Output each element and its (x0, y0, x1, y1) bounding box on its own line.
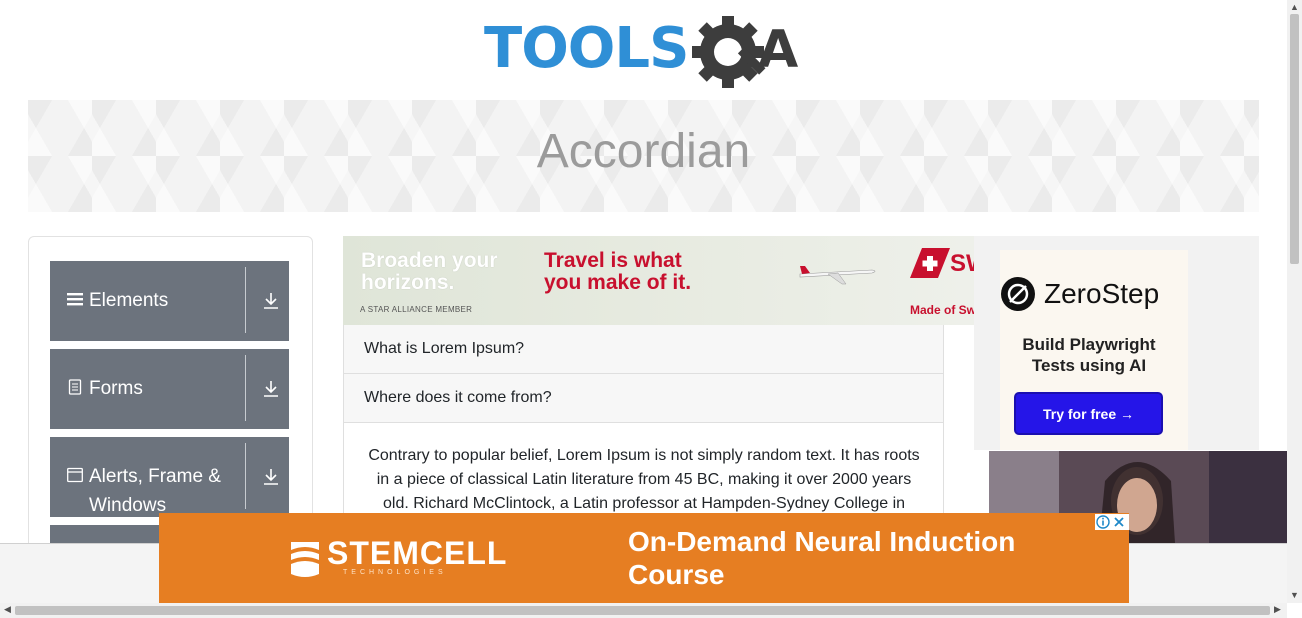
download-icon[interactable] (262, 380, 280, 398)
swiss-airlines-ad[interactable]: Broaden your horizons. Travel is what yo… (343, 236, 974, 325)
stemcell-brand: STEMCELL (327, 535, 508, 571)
adchoices-close-icon[interactable] (1095, 514, 1129, 530)
window-icon (67, 467, 83, 483)
scroll-down-arrow-icon[interactable]: ▼ (1290, 590, 1299, 600)
document-icon (68, 379, 82, 395)
stemcell-ad[interactable]: STEMCELL TECHNOLOGIES On-Demand Neural I… (159, 513, 1129, 603)
page-title: Accordian (536, 125, 751, 178)
vertical-scrollbar-thumb[interactable] (1290, 14, 1299, 264)
divider (245, 355, 246, 421)
zerostep-logo-icon (1001, 277, 1035, 311)
sidebar: Elements Forms Alerts, Frame & Windows (28, 236, 313, 558)
ad-brand-fragment: SW (950, 250, 974, 277)
ad-member-text: A STAR ALLIANCE MEMBER (360, 305, 473, 314)
accordion-heading-text: Where does it come from? (364, 389, 552, 406)
swiss-flag-icon (910, 248, 950, 278)
divider (245, 443, 246, 509)
airplane-icon (799, 266, 876, 285)
svg-text:TOOLS: TOOLS (484, 16, 688, 81)
scroll-up-arrow-icon[interactable]: ▲ (1290, 2, 1299, 12)
sidebar-group-forms[interactable]: Forms (50, 349, 289, 429)
stemcell-headline: On-Demand Neural Induction Course (628, 526, 1016, 590)
stemcell-brand-sub: TECHNOLOGIES (343, 569, 447, 576)
accordion-heading-text: What is Lorem Ipsum? (364, 340, 525, 357)
scroll-right-arrow-icon[interactable]: ▶ (1274, 604, 1281, 615)
page-banner: Accordian (28, 100, 1259, 212)
gear-icon (692, 16, 766, 88)
ad-headline: Travel is what you make of it. (544, 249, 692, 294)
accordion-section-1-heading[interactable]: What is Lorem Ipsum? (344, 325, 943, 374)
sidebar-group-label: Alerts, Frame & Windows (89, 466, 221, 516)
stemcell-logo-icon (291, 542, 319, 577)
sidebar-group-alerts[interactable]: Alerts, Frame & Windows (50, 437, 289, 517)
accordion-section-2-content: Contrary to popular belief, Lorem Ipsum … (368, 447, 920, 512)
zerostep-tagline: Build Playwright Tests using AI (1022, 335, 1156, 375)
toolsqa-logo[interactable]: TOOLS A (484, 14, 806, 90)
svg-text:A: A (758, 20, 798, 80)
ad-left-text: Broaden your horizons. (361, 249, 498, 294)
download-icon[interactable] (262, 292, 280, 310)
zerostep-brand: ZeroStep (1044, 278, 1160, 309)
sidebar-group-label: Elements (89, 290, 169, 311)
ad-made-text: Made of Sw (910, 303, 974, 317)
scroll-left-arrow-icon[interactable]: ◀ (4, 604, 11, 615)
download-icon[interactable] (262, 468, 280, 486)
try-for-free-button[interactable]: Try for free → (1016, 394, 1161, 433)
horizontal-scrollbar-thumb[interactable] (15, 606, 1270, 615)
sidebar-group-elements[interactable]: Elements (50, 261, 289, 341)
accordion-section-2-heading[interactable]: Where does it come from? (344, 374, 943, 423)
divider (245, 267, 246, 333)
hamburger-icon (67, 293, 83, 306)
sidebar-group-label: Forms (89, 378, 143, 399)
